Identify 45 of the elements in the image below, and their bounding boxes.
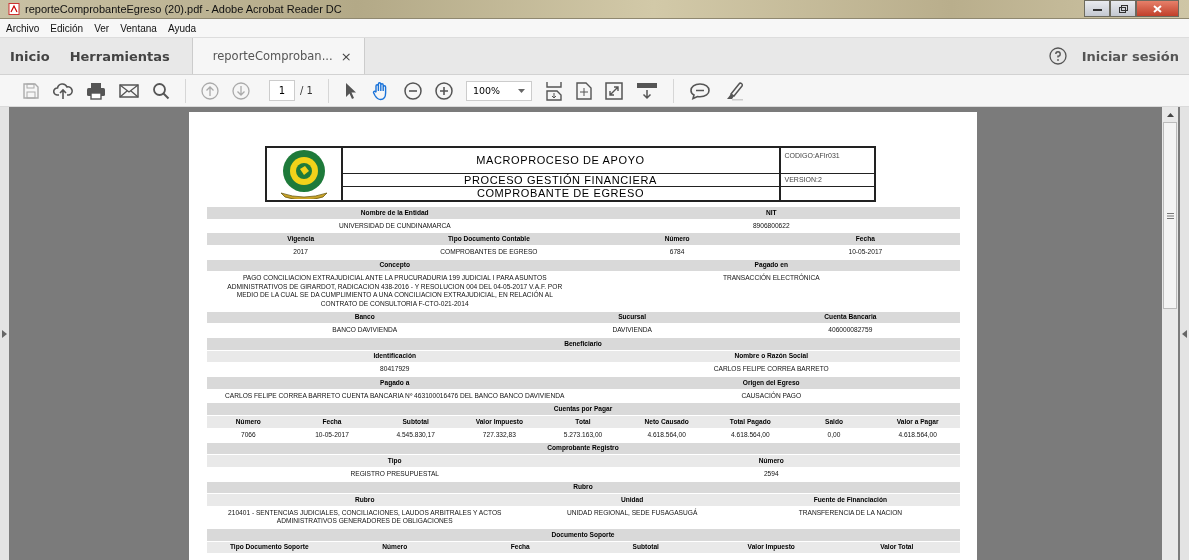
restore-icon bbox=[1118, 4, 1128, 13]
minimize-button[interactable] bbox=[1084, 0, 1110, 17]
zoom-out-icon[interactable] bbox=[403, 81, 422, 100]
scroll-up-icon[interactable] bbox=[1166, 113, 1174, 117]
cloud-upload-icon[interactable] bbox=[53, 81, 73, 100]
nav-tab[interactable]: Inicio bbox=[0, 38, 60, 74]
search-icon[interactable] bbox=[152, 81, 170, 100]
triangle-right-icon[interactable] bbox=[2, 329, 7, 338]
pdf-file-icon bbox=[8, 3, 20, 15]
pointer-icon[interactable] bbox=[343, 81, 358, 100]
sign-in-link[interactable]: Iniciar sesión bbox=[1081, 48, 1179, 64]
menu-item[interactable]: Archivo bbox=[6, 22, 40, 34]
menu-item[interactable]: Ver bbox=[94, 22, 110, 34]
read-mode-icon[interactable] bbox=[635, 81, 658, 100]
mail-icon[interactable] bbox=[119, 82, 139, 99]
left-panel-toggle[interactable] bbox=[0, 107, 9, 560]
close-button[interactable] bbox=[1136, 0, 1179, 17]
window-title: reporteComprobanteEgreso (20).pdf - Adobe Acrobat Reader DC bbox=[25, 3, 342, 15]
menu-item[interactable]: Ventana bbox=[120, 22, 157, 34]
form-title: PROCESO GESTIÓN FINANCIERA bbox=[342, 174, 779, 187]
close-tab-button[interactable]: × bbox=[340, 48, 352, 64]
scroll-thumb[interactable] bbox=[1163, 122, 1177, 309]
restore-button[interactable] bbox=[1110, 0, 1136, 17]
caret-icon bbox=[517, 88, 525, 93]
page-total: / 1 bbox=[300, 85, 313, 96]
page-move-icon[interactable] bbox=[575, 81, 592, 100]
page-number-field[interactable]: 1 bbox=[269, 80, 295, 101]
menu-item[interactable]: Ayuda bbox=[167, 22, 197, 34]
right-panel-toggle[interactable] bbox=[1180, 107, 1189, 560]
zoom-dropdown[interactable]: 100% bbox=[465, 80, 532, 101]
zoom-in-icon[interactable] bbox=[434, 81, 453, 100]
tab-label[interactable]: reporteComproban... bbox=[212, 49, 333, 63]
comment-icon[interactable] bbox=[688, 81, 711, 100]
print-icon[interactable] bbox=[86, 81, 106, 100]
nav-tab[interactable]: Herramientas bbox=[59, 38, 180, 74]
form-title: COMPROBANTE DE EGRESO bbox=[475, 187, 646, 200]
menu-item[interactable]: Edición bbox=[50, 22, 84, 34]
document-tab[interactable]: reporteComproban... × bbox=[191, 38, 365, 74]
close-icon bbox=[1153, 4, 1162, 13]
form-title: MACROPROCESO DE APOYO bbox=[342, 148, 779, 174]
vertical-scrollbar[interactable] bbox=[1162, 107, 1178, 560]
fit-page-icon[interactable] bbox=[544, 80, 563, 101]
full-screen-icon[interactable] bbox=[604, 81, 623, 100]
triangle-left-icon[interactable] bbox=[1182, 329, 1187, 338]
help-icon[interactable] bbox=[1048, 47, 1067, 65]
